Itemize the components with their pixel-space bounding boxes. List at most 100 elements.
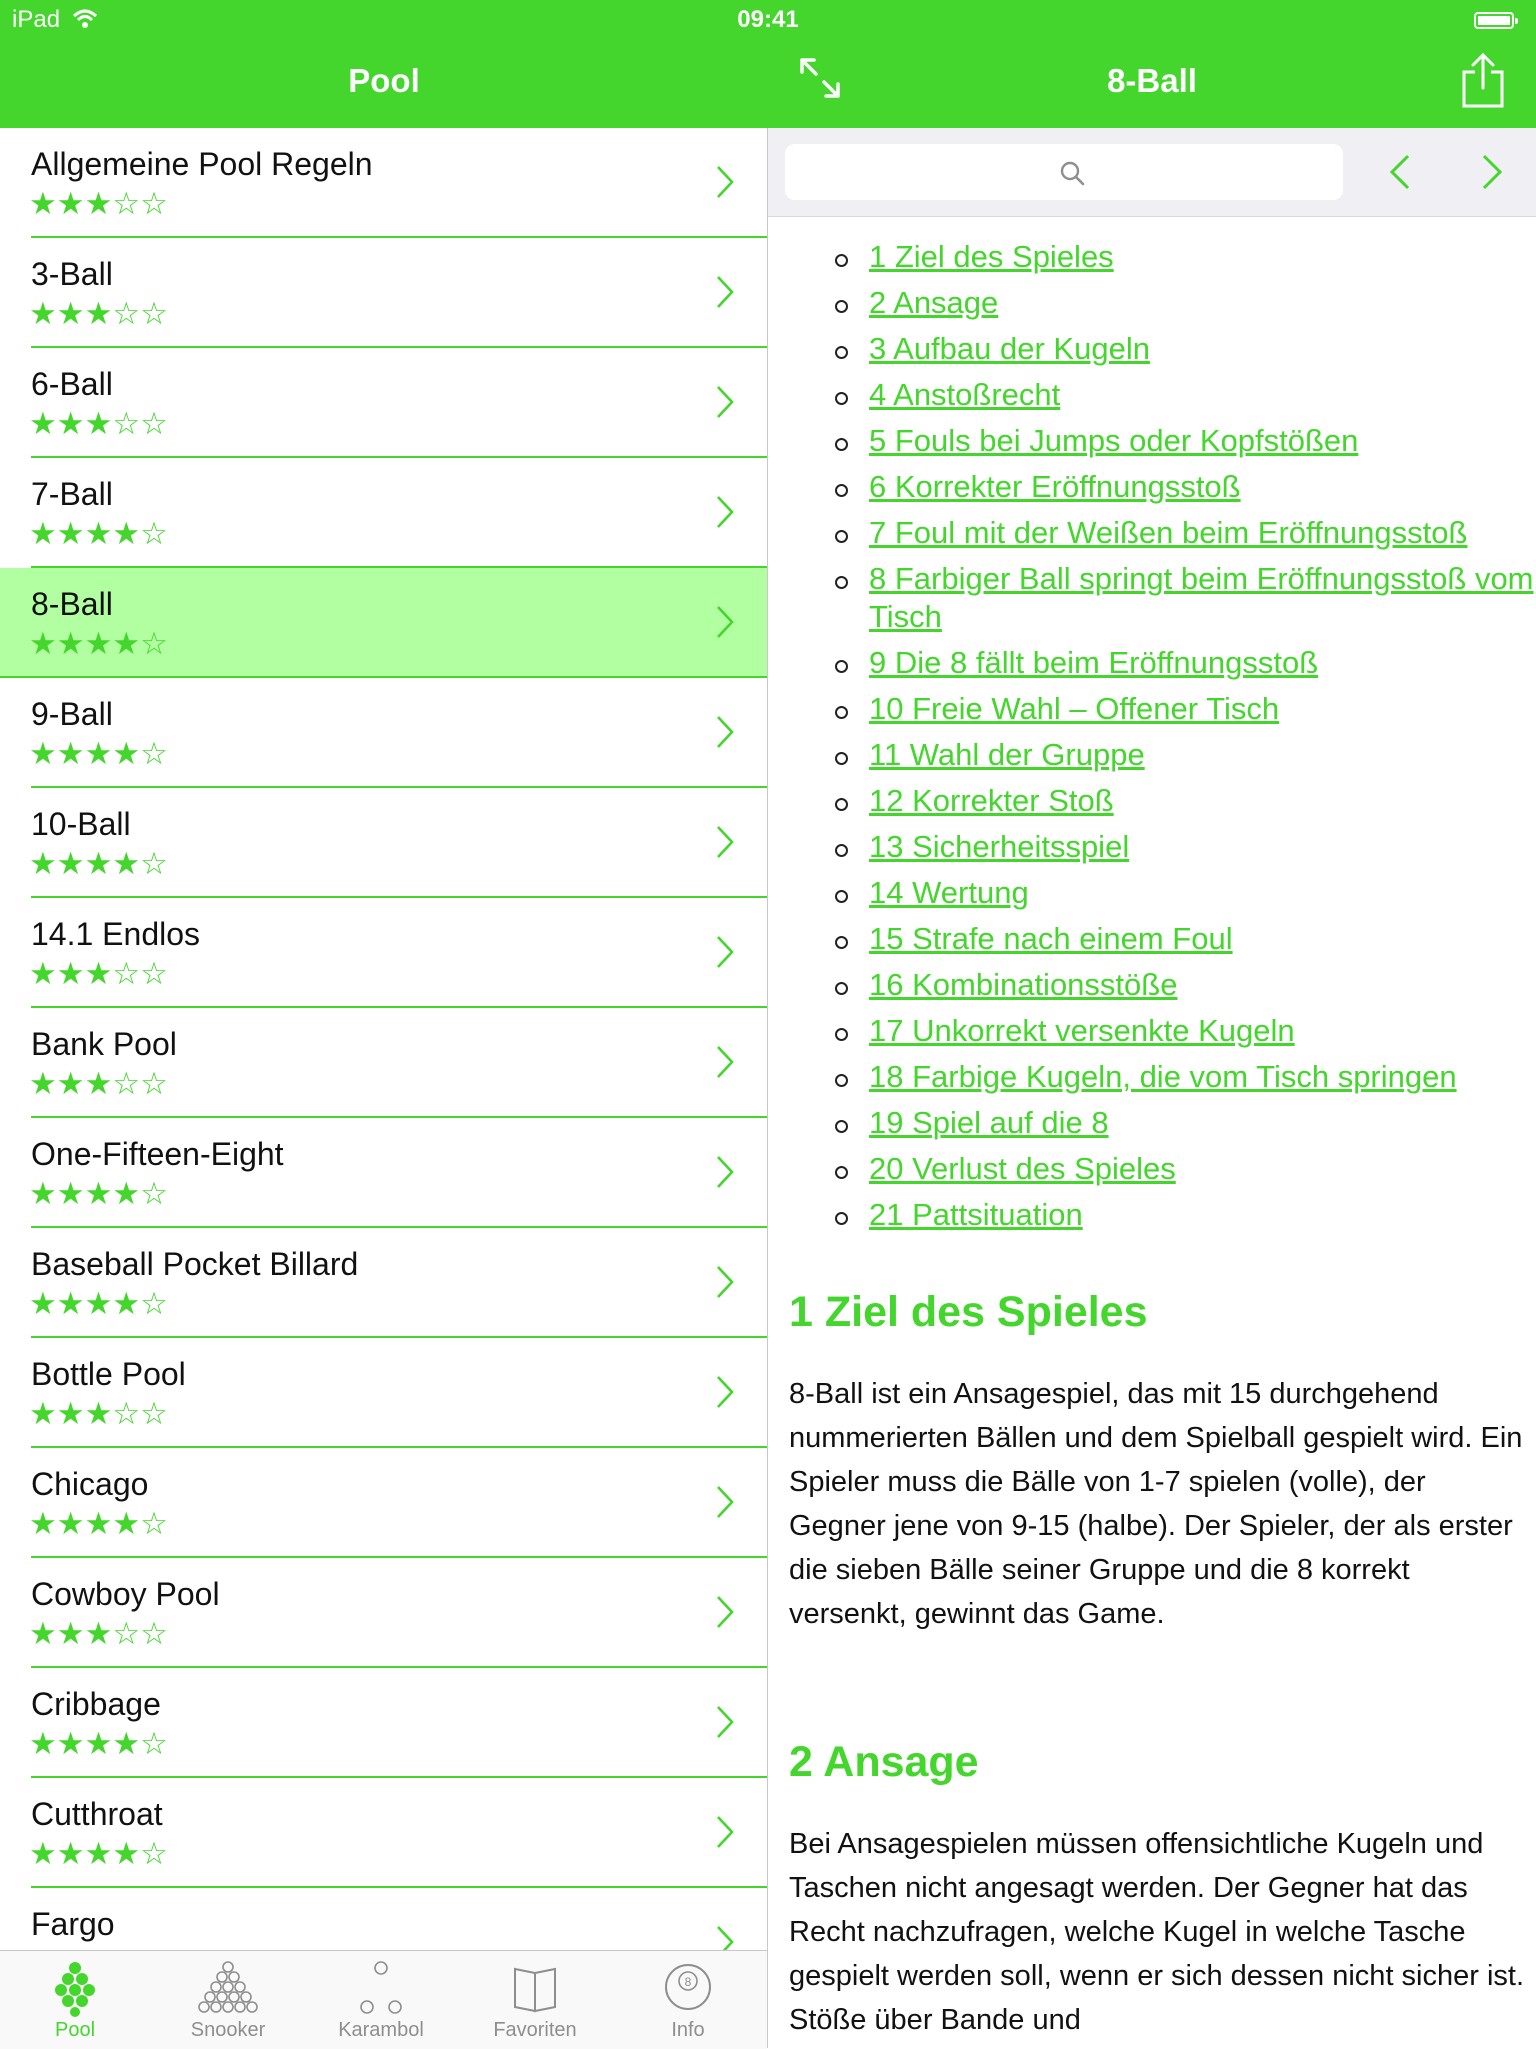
tab-info-label: Info [671, 2019, 705, 2041]
chevron-right-icon [717, 826, 734, 858]
list-item-title: 7-Ball [31, 476, 113, 512]
list-item-title: Cowboy Pool [31, 1576, 220, 1612]
list-item[interactable]: One-Fifteen-Eight ★★★★☆ [0, 1118, 767, 1228]
chevron-right-icon [717, 1156, 734, 1188]
list-item[interactable]: Cowboy Pool ★★★☆☆ [0, 1558, 767, 1668]
toc-item: 15 Strafe nach einem Foul [768, 920, 1536, 958]
list-item-title: One-Fifteen-Eight [31, 1136, 284, 1172]
toc-item: 9 Die 8 fällt beim Eröffnungsstoß [768, 644, 1536, 682]
search-icon [1060, 161, 1085, 186]
rating-stars: ★★★★☆ [29, 846, 168, 882]
toc-item: 4 Anstoßrecht [768, 376, 1536, 414]
svg-text:8: 8 [685, 1975, 692, 1989]
chevron-right-icon [717, 1706, 734, 1738]
list-item[interactable]: Bank Pool ★★★☆☆ [0, 1008, 767, 1118]
list-item[interactable]: 8-Ball ★★★★☆ [0, 568, 767, 678]
rating-stars: ★★★★☆ [29, 1506, 168, 1542]
toc-item: 11 Wahl der Gruppe [768, 736, 1536, 774]
toc-link[interactable]: 11 Wahl der Gruppe [869, 737, 1145, 772]
list-item-title: 8-Ball [31, 586, 113, 622]
rating-stars: ★★★☆☆ [29, 406, 168, 442]
toc-link[interactable]: 9 Die 8 fällt beim Eröffnungsstoß [869, 645, 1318, 680]
list-item[interactable]: Allgemeine Pool Regeln ★★★☆☆ [0, 128, 767, 238]
chevron-right-icon [717, 936, 734, 968]
search-input[interactable] [785, 144, 1343, 200]
toc-item: 10 Freie Wahl – Offener Tisch [768, 690, 1536, 728]
toc-link[interactable]: 19 Spiel auf die 8 [869, 1105, 1109, 1140]
tab-snooker-label: Snooker [190, 2019, 266, 2041]
previous-result-button[interactable] [1388, 152, 1412, 192]
list-item[interactable]: Fargo★★★☆☆ [0, 1888, 767, 1950]
toc-link[interactable]: 10 Freie Wahl – Offener Tisch [869, 691, 1279, 726]
toc-link[interactable]: 20 Verlust des Spieles [869, 1151, 1176, 1186]
toc-item: 13 Sicherheitsspiel [768, 828, 1536, 866]
toc-link[interactable]: 6 Korrekter Eröffnungsstoß [869, 469, 1241, 504]
toc-link[interactable]: 17 Unkorrekt versenkte Kugeln [869, 1013, 1295, 1048]
battery-icon [1474, 12, 1518, 29]
rating-stars: ★★★★☆ [29, 626, 168, 662]
toc-item: 8 Farbiger Ball springt beim Eröffnungss… [768, 560, 1536, 636]
list-item[interactable]: 3-Ball ★★★☆☆ [0, 238, 767, 348]
toc-link[interactable]: 14 Wertung [869, 875, 1029, 910]
toc-link[interactable]: 21 Pattsituation [869, 1197, 1083, 1232]
rating-stars: ★★★★☆ [29, 1176, 168, 1212]
rating-stars: ★★★☆☆ [29, 956, 168, 992]
toc-item: 17 Unkorrekt versenkte Kugeln [768, 1012, 1536, 1050]
toc-link[interactable]: 2 Ansage [869, 285, 998, 320]
tab-karambol-label: Karambol [338, 2019, 424, 2041]
tab-favoriten[interactable]: Favoriten [460, 1951, 610, 2049]
next-result-button[interactable] [1480, 152, 1504, 192]
detail-pane: 1 Ziel des Spieles 2 Ansage 3 Aufbau der K… [768, 128, 1536, 2048]
toc-link[interactable]: 15 Strafe nach einem Foul [869, 921, 1233, 956]
share-icon[interactable] [1460, 52, 1506, 110]
status-bar: iPad 09:41 [0, 0, 1536, 40]
list-item[interactable]: Bottle Pool ★★★☆☆ [0, 1338, 767, 1448]
list-item[interactable]: 7-Ball ★★★★☆ [0, 458, 767, 568]
toc-item: 3 Aufbau der Kugeln [768, 330, 1536, 368]
list-item[interactable]: Cribbage ★★★★☆ [0, 1668, 767, 1778]
toc-link[interactable]: 5 Fouls bei Jumps oder Kopfstößen [869, 423, 1358, 458]
toc-item: 6 Korrekter Eröffnungsstoß [768, 468, 1536, 506]
toc-link[interactable]: 7 Foul mit der Weißen beim Eröffnungssto… [869, 515, 1467, 550]
chevron-right-icon [717, 1376, 734, 1408]
rules-list: Allgemeine Pool Regeln ★★★☆☆ 3-Ball ★★★☆☆ 6-… [0, 128, 767, 1950]
rating-stars: ★★★☆☆ [29, 296, 168, 332]
rating-stars: ★★★☆☆ [29, 1066, 168, 1102]
toc-link[interactable]: 1 Ziel des Spieles [869, 239, 1114, 274]
tab-info[interactable]: 8 Info [613, 1951, 763, 2049]
list-item-title: Cutthroat [31, 1796, 163, 1832]
toc-item: 2 Ansage [768, 284, 1536, 322]
list-item[interactable]: 9-Ball ★★★★☆ [0, 678, 767, 788]
toc-link[interactable]: 3 Aufbau der Kugeln [869, 331, 1150, 366]
section-heading-1: 1 Ziel des Spieles [789, 1288, 1148, 1336]
tab-karambol[interactable]: Karambol [306, 1951, 456, 2049]
list-item[interactable]: Baseball Pocket Billard ★★★★☆ [0, 1228, 767, 1338]
chevron-right-icon [717, 1046, 734, 1078]
toc-link[interactable]: 16 Kombinationsstöße [869, 967, 1177, 1002]
toc-link[interactable]: 12 Korrekter Stoß [869, 783, 1114, 818]
toc-link[interactable]: 13 Sicherheitsspiel [869, 829, 1129, 864]
list-item[interactable]: 10-Ball ★★★★☆ [0, 788, 767, 898]
toc-item: 14 Wertung [768, 874, 1536, 912]
list-item-title: 14.1 Endlos [31, 916, 201, 952]
toc-item: 1 Ziel des Spieles [768, 238, 1536, 276]
toc-link[interactable]: 8 Farbiger Ball springt beim Eröffnungss… [869, 561, 1534, 634]
chevron-right-icon [717, 496, 734, 528]
master-title: Pool [348, 62, 420, 99]
list-item[interactable]: Chicago ★★★★☆ [0, 1448, 767, 1558]
list-item[interactable]: Cutthroat ★★★★☆ [0, 1778, 767, 1888]
tab-favoriten-label: Favoriten [493, 2019, 577, 2041]
tab-pool[interactable]: Pool [0, 1951, 150, 2049]
tab-snooker[interactable]: Snooker [153, 1951, 303, 2049]
search-bar [768, 128, 1536, 217]
list-item[interactable]: 6-Ball ★★★☆☆ [0, 348, 767, 458]
chevron-right-icon [717, 386, 734, 418]
list-item[interactable]: 14.1 Endlos ★★★☆☆ [0, 898, 767, 1008]
book-icon [514, 1967, 556, 2013]
toc-link[interactable]: 4 Anstoßrecht [869, 377, 1060, 412]
toc-item: 20 Verlust des Spieles [768, 1150, 1536, 1188]
rating-stars: ★★★☆☆ [29, 186, 168, 222]
toc-link[interactable]: 18 Farbige Kugeln, die vom Tisch springe… [869, 1059, 1457, 1094]
chevron-right-icon [717, 606, 734, 638]
list-item-title: Allgemeine Pool Regeln [31, 146, 373, 182]
